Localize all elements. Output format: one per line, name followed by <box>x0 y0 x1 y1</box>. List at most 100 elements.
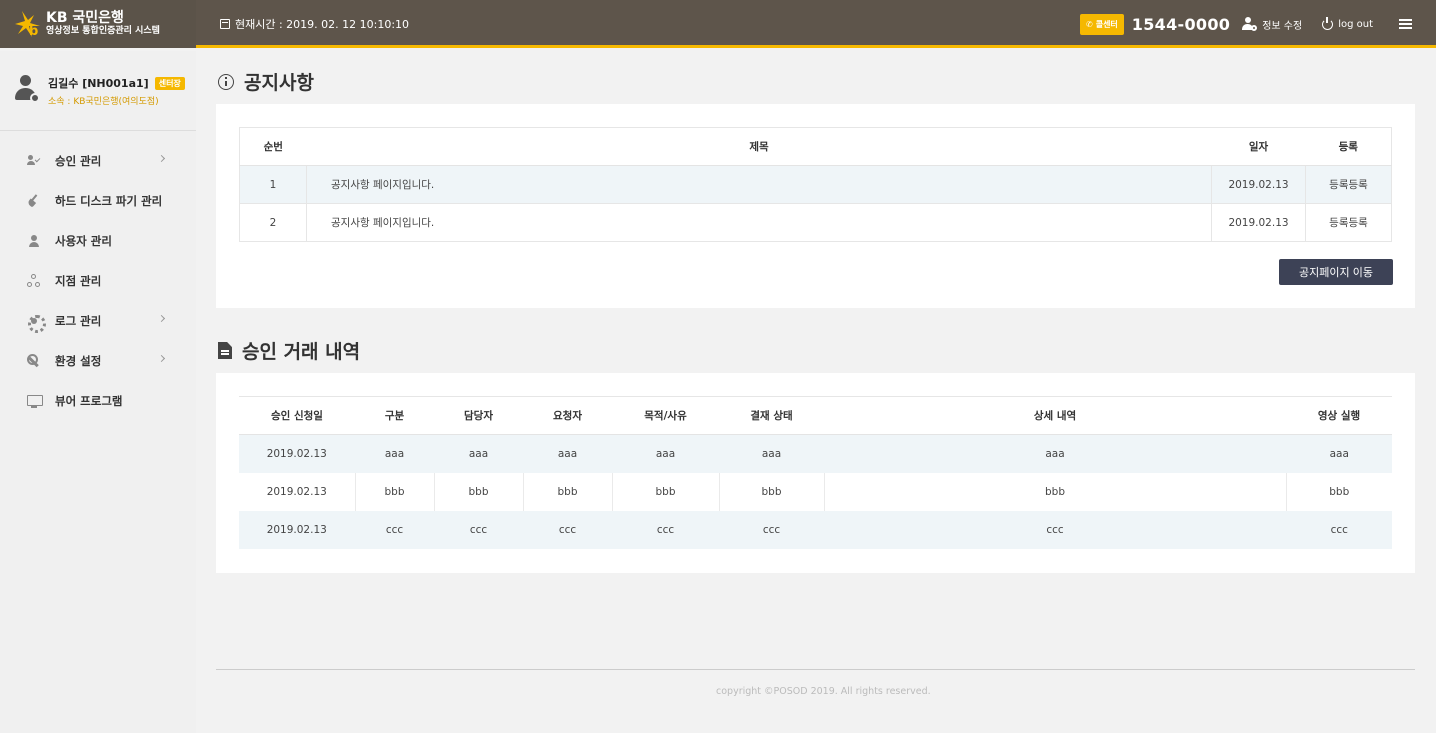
column-header: 결재 상태 <box>719 396 824 435</box>
call-center-badge: ✆ 콜센터 <box>1080 13 1124 35</box>
person-icon <box>27 234 41 248</box>
cell-date: 2019.02.13 <box>1211 203 1306 242</box>
user-profile: 김길수 [NH001a1] 센터장 소속 : KB국민은행(여의도점) <box>0 51 196 131</box>
gear-icon <box>27 314 46 333</box>
cell-video[interactable]: ccc <box>1285 510 1392 549</box>
approvals-table: 승인 신청일 구분 담당자 요청자 목적/사유 결재 상태 상세 내역 영상 실… <box>239 396 1392 549</box>
sidebar-item-disk-destroy[interactable]: 하드 디스크 파기 관리 <box>0 181 196 221</box>
table-header-row: 순번 제목 일자 등록 <box>239 127 1392 166</box>
cell-date: 2019.02.13 <box>239 434 355 473</box>
system-name: 영상정보 통합인증관리 시스템 <box>46 26 160 37</box>
sidebar-item-label: 사용자 관리 <box>55 234 112 248</box>
footer-divider <box>216 669 1415 670</box>
user-name: 김길수 [NH001a1] <box>48 77 149 90</box>
column-header: 목적/사유 <box>612 396 719 435</box>
cell-requester: bbb <box>522 472 612 511</box>
chevron-right-icon <box>157 314 166 323</box>
role-badge: 센터장 <box>154 76 185 90</box>
cell-status: aaa <box>718 434 824 473</box>
calendar-icon <box>220 19 230 29</box>
sitemap-icon <box>27 274 41 288</box>
cell-video[interactable]: aaa <box>1285 434 1392 473</box>
phone-icon: ✆ <box>1086 19 1093 29</box>
cell-video[interactable]: bbb <box>1285 472 1392 511</box>
call-center-label: 콜센터 <box>1095 19 1118 29</box>
sidebar-item-label: 지점 관리 <box>55 274 102 288</box>
approvals-title: 승인 거래 내역 <box>242 341 361 363</box>
user-org: 소속 : KB국민은행(여의도점) <box>48 97 159 107</box>
table-row[interactable]: 1 공지사항 페이지입니다. 2019.02.13 등록등록 <box>239 165 1392 204</box>
menu-icon[interactable] <box>1399 19 1412 29</box>
sidebar-item-settings[interactable]: 환경 설정 <box>0 341 196 381</box>
sidebar-item-viewer[interactable]: 뷰어 프로그램 <box>0 381 196 421</box>
cell-date: 2019.02.13 <box>266 485 327 498</box>
cell-requester: aaa <box>522 434 612 473</box>
cell-detail: bbb <box>823 472 1286 511</box>
brand-name: KB 국민은행 <box>46 9 124 26</box>
sidebar-item-logs[interactable]: 로그 관리 <box>0 301 196 341</box>
cell-date: 2019.02.13 <box>1211 165 1306 204</box>
brush-icon <box>27 194 41 208</box>
top-header: b KB 국민은행 영상정보 통합인증관리 시스템 현재시간 : 2019. 0… <box>0 0 1436 48</box>
copyright: copyright ©POSOD 2019. All rights reserv… <box>716 686 931 697</box>
current-time: 현재시간 : 2019. 02. 12 10:10:10 <box>220 16 409 32</box>
sidebar-item-label: 로그 관리 <box>55 314 102 328</box>
table-row[interactable]: 2 공지사항 페이지입니다. 2019.02.13 등록등록 <box>239 203 1392 242</box>
cell-manager: bbb <box>433 472 523 511</box>
column-header: 순번 <box>239 127 307 166</box>
notice-title: 공지사항 <box>244 72 314 94</box>
profile-edit-button[interactable]: 정보 수정 <box>1242 17 1302 32</box>
sidebar-item-label: 환경 설정 <box>55 354 102 368</box>
column-header: 영상 실행 <box>1286 396 1392 435</box>
cell-purpose: aaa <box>611 434 719 473</box>
table-row[interactable]: 2019.02.13 ccc ccc ccc ccc ccc ccc ccc <box>239 510 1392 549</box>
notice-panel: 순번 제목 일자 등록 1 공지사항 페이지입니다. 2019.02.13 등록… <box>216 104 1415 308</box>
user-settings-icon <box>1242 17 1258 31</box>
logout-button[interactable]: log out <box>1322 16 1373 30</box>
sidebar-item-label: 뷰어 프로그램 <box>55 394 123 408</box>
column-header: 일자 <box>1211 127 1306 166</box>
cell-manager: ccc <box>433 510 523 549</box>
column-header: 요청자 <box>523 396 612 435</box>
cell-type: bbb <box>354 472 434 511</box>
cell-type: ccc <box>354 510 434 549</box>
cell-status: bbb <box>718 472 824 511</box>
column-header: 구분 <box>355 396 434 435</box>
cell-title[interactable]: 공지사항 페이지입니다. <box>306 203 1212 242</box>
sidebar-menu: 승인 관리 하드 디스크 파기 관리 사용자 관리 지점 관리 로그 관리 환경… <box>0 131 196 421</box>
cell-detail: ccc <box>823 510 1286 549</box>
cell-reg: 등록등록 <box>1305 165 1392 204</box>
cell-reg: 등록등록 <box>1305 203 1392 242</box>
user-check-icon <box>27 154 41 168</box>
chevron-right-icon <box>157 154 166 163</box>
avatar-icon <box>14 75 40 103</box>
go-to-notice-button[interactable]: 공지페이지 이동 <box>1279 259 1393 285</box>
table-row[interactable]: 2019.02.13 aaa aaa aaa aaa aaa aaa aaa <box>239 434 1392 473</box>
column-header: 승인 신청일 <box>239 396 355 435</box>
cell-purpose: bbb <box>611 472 719 511</box>
notice-table: 순번 제목 일자 등록 1 공지사항 페이지입니다. 2019.02.13 등록… <box>239 127 1392 242</box>
call-center-number: 1544-0000 <box>1131 14 1231 34</box>
profile-edit-label: 정보 수정 <box>1262 20 1303 32</box>
sidebar-item-label: 승인 관리 <box>55 154 102 168</box>
notice-heading: 공지사항 <box>218 68 314 95</box>
sidebar-item-users[interactable]: 사용자 관리 <box>0 221 196 261</box>
column-header: 담당자 <box>434 396 523 435</box>
approvals-heading: 승인 거래 내역 <box>218 337 360 364</box>
sidebar-item-branches[interactable]: 지점 관리 <box>0 261 196 301</box>
table-row[interactable]: 2019.02.13 bbb bbb bbb bbb bbb bbb bbb <box>239 472 1392 511</box>
current-time-text: 현재시간 : 2019. 02. 12 10:10:10 <box>235 18 410 31</box>
cell-title[interactable]: 공지사항 페이지입니다. <box>306 165 1212 204</box>
cell-detail: aaa <box>823 434 1286 473</box>
sidebar-item-label: 하드 디스크 파기 관리 <box>55 194 163 208</box>
cell-no: 1 <box>239 165 307 204</box>
logo[interactable]: b KB 국민은행 영상정보 통합인증관리 시스템 <box>0 0 196 48</box>
sidebar: 김길수 [NH001a1] 센터장 소속 : KB국민은행(여의도점) 승인 관… <box>0 51 196 733</box>
info-icon <box>218 73 234 90</box>
column-header: 상세 내역 <box>824 396 1286 435</box>
cell-requester: ccc <box>522 510 612 549</box>
column-header: 제목 <box>306 127 1212 166</box>
sidebar-item-approval[interactable]: 승인 관리 <box>0 141 196 181</box>
cell-manager: aaa <box>433 434 523 473</box>
cell-date: 2019.02.13 <box>239 510 355 549</box>
